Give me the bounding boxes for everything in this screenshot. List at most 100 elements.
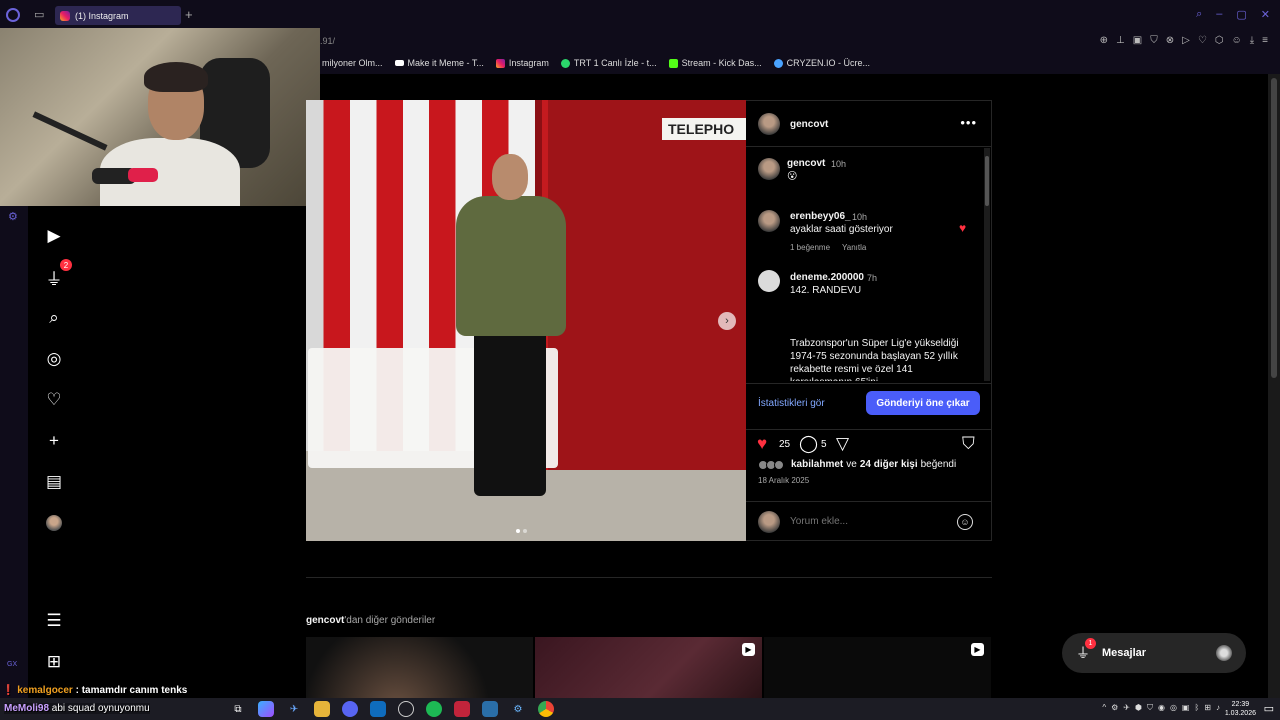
caption-avatar[interactable] <box>758 158 780 180</box>
notification-badge: 2 <box>60 259 72 271</box>
kick-icon <box>668 58 678 68</box>
opera-gx-icon[interactable] <box>454 701 470 717</box>
comment-avatar[interactable] <box>758 210 780 232</box>
app-icon[interactable] <box>482 701 498 717</box>
pin-icon[interactable]: ⊥ <box>1116 35 1125 46</box>
bookmark-icon[interactable]: ⛉ <box>962 434 975 454</box>
comment-likes[interactable]: 1 beğenme <box>790 243 830 252</box>
scrollbar-thumb[interactable] <box>1271 78 1277 378</box>
explore-icon[interactable]: ◎ <box>42 347 66 371</box>
comment-input[interactable] <box>790 516 940 527</box>
bookmark-item[interactable]: milyoner Olm... <box>322 58 383 68</box>
tray-volume-icon[interactable]: ♪ <box>1216 703 1220 713</box>
new-tab-button[interactable]: + <box>185 7 193 22</box>
maximize-icon[interactable]: ▢ <box>1236 8 1246 21</box>
page-scrollbar[interactable] <box>1268 74 1280 698</box>
more-menu-icon[interactable]: ☰ <box>42 609 66 633</box>
create-icon[interactable]: + <box>42 429 66 453</box>
discord-icon[interactable] <box>342 701 358 717</box>
emoji-icon[interactable]: ☺ <box>957 514 973 530</box>
search-tabs-icon[interactable]: ⌕ <box>1196 8 1202 21</box>
bookmark-item[interactable]: Instagram <box>495 58 549 68</box>
profile-icon[interactable]: ☺ <box>1232 35 1242 46</box>
caption-username[interactable]: gencovt <box>787 158 825 169</box>
dashboard-icon[interactable]: ▤ <box>42 470 66 494</box>
taskbar-clock[interactable]: 22:39 1.03.2026 <box>1225 700 1256 718</box>
tray-app-icon[interactable]: ⬢ <box>1135 703 1142 713</box>
opera-logo-icon[interactable] <box>6 8 20 22</box>
zoom-icon[interactable]: ⊕ <box>1100 35 1108 46</box>
steam-icon[interactable]: ⚙ <box>510 701 526 717</box>
comment-avatar[interactable] <box>758 270 780 292</box>
tray-shield-icon[interactable]: ⛉ <box>1147 703 1153 713</box>
notification-center-icon[interactable]: ▭ <box>1264 702 1274 715</box>
bookmark-item[interactable]: CRYZEN.IO - Ücre... <box>773 58 870 68</box>
extensions-icon[interactable]: ⬡ <box>1215 35 1224 46</box>
task-view-icon[interactable]: ⧉ <box>230 701 246 717</box>
boost-post-button[interactable]: Gönderiyi öne çıkar <box>866 391 980 415</box>
minimize-icon[interactable]: – <box>1216 8 1222 21</box>
tray-bluetooth-icon[interactable]: ᛒ <box>1194 703 1199 713</box>
tray-chevron-icon[interactable]: ^ <box>1102 703 1106 713</box>
tray-bird-icon[interactable]: ✈ <box>1123 703 1130 713</box>
spotify-icon[interactable] <box>426 701 442 717</box>
author-avatar[interactable] <box>758 113 780 135</box>
outlook-icon[interactable] <box>370 701 386 717</box>
person-head <box>492 154 528 200</box>
snapshot-icon[interactable]: ▣ <box>1133 35 1142 46</box>
file-explorer-icon[interactable] <box>314 701 330 717</box>
bird-icon[interactable]: ✈ <box>286 701 302 717</box>
tray-opera-icon[interactable]: ◎ <box>1170 703 1177 713</box>
bookmark-item[interactable]: Make it Meme - T... <box>394 58 484 68</box>
view-insights-link[interactable]: İstatistikleri gör <box>758 398 825 409</box>
notifications-heart-icon[interactable]: ♡ <box>42 388 66 412</box>
messages-nav[interactable]: ⏚ 2 <box>42 259 72 289</box>
more-posts-user[interactable]: gencovt <box>306 615 344 626</box>
heart-icon[interactable]: ♡ <box>1198 35 1207 46</box>
chrome-icon[interactable] <box>538 701 554 717</box>
tray-steam-icon[interactable]: ⚙ <box>1111 703 1118 713</box>
tray-nvidia-icon[interactable]: ▣ <box>1182 703 1190 713</box>
author-username[interactable]: gencovt <box>790 119 828 130</box>
search-icon[interactable]: ⌕ <box>42 306 66 330</box>
liked-by[interactable]: kabilahmet ve 24 diğer kişi beğendi <box>758 459 956 470</box>
comment-username[interactable]: erenbeyy06_ <box>790 211 851 222</box>
player-icon[interactable]: ▷ <box>1182 35 1190 46</box>
like-heart-icon[interactable]: ♥ <box>757 434 767 454</box>
obs-icon[interactable] <box>398 701 414 717</box>
comments-scrollbar[interactable] <box>984 148 990 381</box>
reply-button[interactable]: Yanıtla <box>842 243 866 252</box>
bookmark-item[interactable]: TRT 1 Canlı İzle - t... <box>560 58 657 68</box>
profile-nav[interactable] <box>42 511 66 535</box>
next-image-arrow-icon[interactable]: › <box>718 312 736 330</box>
post-thumbnail[interactable]: ▶ <box>535 637 762 698</box>
also-from-meta-icon[interactable]: ⊞ <box>42 650 66 674</box>
post-thumbnail[interactable] <box>306 637 533 698</box>
liked-by-others[interactable]: 24 diğer kişi <box>860 459 918 470</box>
post-thumbnail[interactable]: ▶ <box>764 637 991 698</box>
liked-by-user[interactable]: kabilahmet <box>791 459 843 470</box>
copilot-icon[interactable] <box>258 701 274 717</box>
download-icon[interactable]: ⤓ <box>1250 35 1254 46</box>
comment-icon[interactable]: ◯ <box>799 434 818 454</box>
comment-liked-heart-icon[interactable]: ♥ <box>959 221 966 235</box>
tray-discord-icon[interactable]: ◉ <box>1158 703 1165 713</box>
close-icon[interactable]: ✕ <box>1261 8 1270 21</box>
bookmark-item[interactable]: Stream - Kick Das... <box>668 58 762 68</box>
reels-icon[interactable]: ▶ <box>42 224 66 248</box>
browser-tab-instagram[interactable]: (1) Instagram <box>55 6 181 25</box>
comments-list: gencovt 10h 😮 erenbeyy06_ 10h ayaklar sa… <box>746 148 986 381</box>
tab-islands-icon[interactable]: ▭ <box>34 8 48 22</box>
menu-icon[interactable]: ≡ <box>1262 35 1268 46</box>
post-image[interactable]: TELEPHO › <box>306 100 746 541</box>
share-icon[interactable]: ▽ <box>836 434 849 454</box>
comment-username[interactable]: deneme.200000 <box>790 272 864 283</box>
shield-icon[interactable]: ⛉ <box>1150 35 1158 46</box>
adblock-icon[interactable]: ⊗ <box>1166 35 1174 46</box>
address-bar[interactable]: .91/ ⊕ ⊥ ▣ ⛉ ⊗ ▷ ♡ ⬡ ☺ ⤓ ≡ <box>320 30 1280 52</box>
url-text[interactable]: .91/ <box>320 36 335 46</box>
tray-network-icon[interactable]: ⊞ <box>1204 703 1211 713</box>
more-options-icon[interactable]: ••• <box>960 115 977 130</box>
messages-button[interactable]: ⏚ 1 Mesajlar <box>1062 633 1246 673</box>
gear-icon[interactable]: ⚙ <box>8 210 18 223</box>
